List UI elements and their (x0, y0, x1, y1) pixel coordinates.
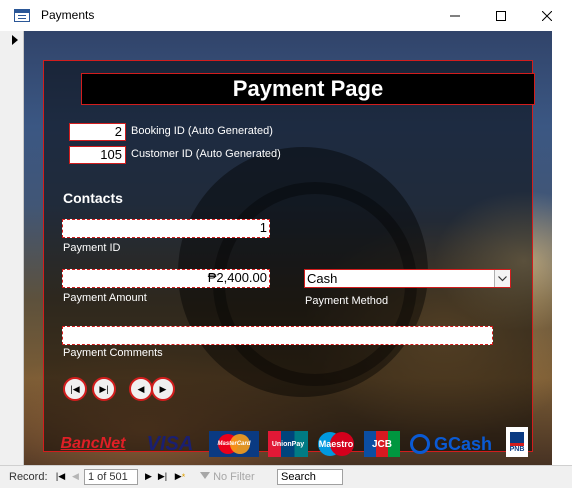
gcash-logo: GCash (406, 431, 496, 457)
jcb-logo: JCB (364, 431, 400, 457)
mastercard-logo: MasterCard (209, 431, 259, 457)
minimize-button[interactable] (432, 0, 478, 31)
gcash-label: GCash (433, 433, 493, 454)
payment-method-select[interactable]: Cash (304, 269, 511, 288)
payment-comments-field[interactable] (62, 326, 493, 345)
nav-last-record-button[interactable]: ▶| (157, 469, 168, 484)
contacts-heading: Contacts (63, 190, 123, 206)
record-selector[interactable] (0, 31, 24, 465)
payment-method-value: Cash (307, 271, 338, 286)
nav-next-record-button[interactable]: ▶ (143, 469, 154, 484)
chevron-down-icon[interactable] (494, 270, 510, 287)
maestro-label: Maestro (318, 439, 354, 449)
last-record-icon: ▶| (99, 383, 109, 394)
close-button[interactable] (524, 0, 570, 31)
current-record-input[interactable]: 1 of 501 (84, 469, 138, 485)
nav-first-record-button[interactable]: |◀ (55, 469, 66, 484)
booking-id-label: Booking ID (Auto Generated) (131, 125, 273, 137)
maximize-button[interactable] (478, 0, 524, 31)
payment-method-label: Payment Method (305, 295, 389, 307)
nav-new-record-button[interactable]: ▶ * (172, 469, 188, 484)
pnb-emblem-icon (510, 431, 524, 446)
previous-record-button[interactable]: ◀ (129, 377, 153, 401)
funnel-icon (200, 472, 210, 482)
form-panel: Payment Page 2 Booking ID (Auto Generate… (43, 60, 535, 457)
previous-record-icon: ◀ (137, 383, 145, 394)
booking-id-field[interactable]: 2 (69, 123, 126, 141)
mastercard-label: MasterCard (217, 441, 251, 447)
vertical-scroll-area (552, 31, 572, 465)
page-title: Payment Page (81, 73, 535, 105)
title-bar: Payments (0, 0, 572, 31)
payment-id-field[interactable]: 1 (62, 219, 270, 238)
gcash-icon (409, 434, 430, 454)
form-window-icon (14, 9, 30, 22)
first-record-button[interactable]: |◀ (63, 377, 87, 401)
visa-logo: VISA (146, 432, 194, 455)
search-input[interactable]: Search (277, 469, 343, 485)
payment-comments-label: Payment Comments (63, 347, 163, 359)
last-record-button[interactable]: ▶| (92, 377, 116, 401)
payment-amount-label: Payment Amount (63, 292, 147, 304)
next-record-button[interactable]: ▶ (151, 377, 175, 401)
window-title: Payments (41, 8, 95, 22)
customer-id-label: Customer ID (Auto Generated) (131, 148, 281, 160)
next-record-icon: ▶ (159, 383, 167, 394)
record-navigation-bar: Record: |◀ ◀ 1 of 501 ▶ ▶| ▶ * No Filter … (0, 465, 572, 488)
form-background: Payment Page 2 Booking ID (Auto Generate… (24, 31, 552, 465)
nav-previous-record-button[interactable]: ◀ (70, 469, 81, 484)
bancnet-logo: BancNet (60, 435, 126, 452)
record-label: Record: (9, 471, 48, 483)
pnb-label: PNB (509, 445, 525, 453)
payment-id-label: Payment ID (63, 242, 121, 254)
unionpay-logo: UnionPay (268, 431, 308, 457)
filter-indicator[interactable]: No Filter (200, 471, 255, 483)
current-record-arrow-icon (12, 35, 18, 45)
first-record-icon: |◀ (70, 383, 80, 394)
filter-label: No Filter (213, 471, 255, 483)
customer-id-field[interactable]: 105 (69, 146, 126, 164)
pnb-logo: PNB (506, 427, 528, 457)
maestro-logo: Maestro (314, 431, 358, 457)
payment-amount-field[interactable]: ₱2,400.00 (62, 269, 270, 288)
